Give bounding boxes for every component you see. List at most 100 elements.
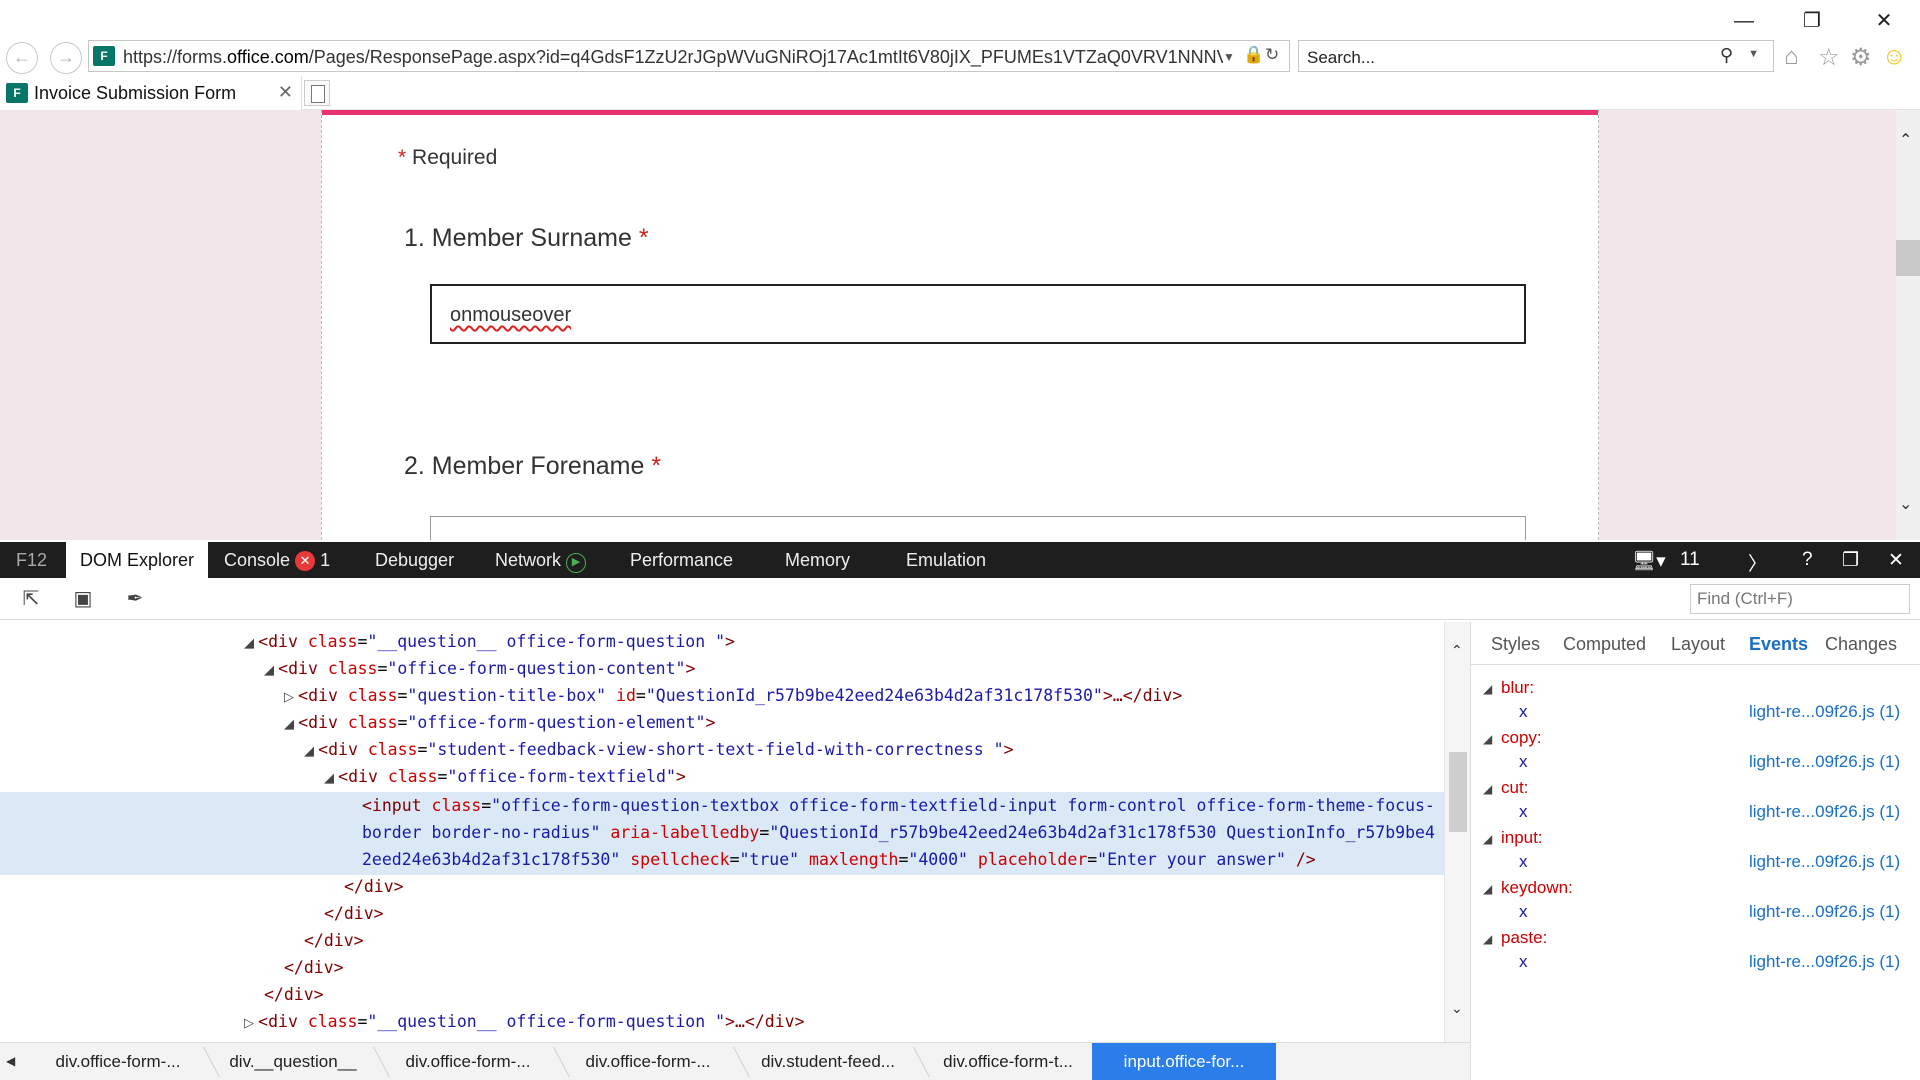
dom-node[interactable]: ▷ <div class="question-title-box" id="Qu… [284,682,1182,709]
page-scroll-thumb[interactable] [1896,240,1920,276]
home-icon[interactable]: ⌂ [1784,43,1799,71]
feedback-smiley-icon[interactable]: ☺ [1882,43,1907,71]
search-box[interactable]: Search... ⚲ ▼ [1298,40,1774,72]
event-handler[interactable]: x [1519,902,1528,922]
restore-button[interactable]: ❐ [1792,8,1832,34]
close-devtools-icon[interactable]: ✕ [1888,549,1904,572]
dom-node[interactable]: ▷ <div class="__question__ office-form-q… [244,1008,805,1035]
highlight-box-icon[interactable]: ▣ [70,586,96,612]
scroll-down-icon[interactable]: ⌄ [1899,494,1912,514]
lock-icon[interactable]: 🔒 [1243,45,1264,65]
form-card: * Required 1. Member Surname * onmouseov… [321,110,1599,540]
dom-breadcrumbs: ◀ div.office-form-... div.__question__ d… [0,1042,1470,1080]
dom-scroll-up-icon[interactable]: ⌃ [1451,642,1463,659]
settings-gear-icon[interactable]: ⚙ [1850,43,1872,72]
device-mode-icon[interactable]: 🖥▾ [1632,549,1666,573]
event-handler[interactable]: x [1519,852,1528,872]
tab-layout[interactable]: Layout [1671,634,1725,655]
tab-console[interactable]: Console ✕ 1 [224,550,330,571]
event-source-link[interactable]: light-re...09f26.js (1) [1749,752,1900,772]
console-toggle-icon[interactable]: 〉 [1748,549,1767,576]
expand-icon[interactable]: ◢ [1483,782,1492,796]
dom-scrollbar[interactable]: ⌃ ⌄ [1444,622,1470,1042]
event-handler[interactable]: x [1519,752,1528,772]
address-dropdown-icon[interactable]: ▼ [1223,50,1235,64]
tab-changes[interactable]: Changes [1825,634,1897,655]
dom-node[interactable]: ◢ <div class="student-feedback-view-shor… [304,736,1014,763]
expand-icon[interactable]: ◢ [1483,732,1492,746]
dom-scroll-thumb[interactable] [1449,752,1467,832]
breadcrumb-item[interactable]: div.office-form-... [30,1043,206,1080]
tab-dom-explorer[interactable]: DOM Explorer [66,542,209,578]
breadcrumb-left-arrow-icon[interactable]: ◀ [6,1054,15,1068]
refresh-icon[interactable]: ↻ [1265,45,1279,65]
document-mode-value[interactable]: 11 [1680,549,1700,571]
tab-debugger[interactable]: Debugger [375,550,454,571]
dom-close-tag[interactable]: </div> [344,873,404,900]
dom-node[interactable]: ◢ <div class="office-form-textfield"> [324,763,686,790]
required-note: * Required [398,146,497,170]
dom-close-tag[interactable]: </div> [304,927,364,954]
tab-events[interactable]: Events [1749,634,1808,655]
event-source-link[interactable]: light-re...09f26.js (1) [1749,952,1900,972]
find-input[interactable]: Find (Ctrl+F) [1690,584,1910,614]
search-input[interactable]: Search... [1307,48,1375,68]
question-1-title: 1. Member Surname * [404,224,649,252]
event-source-link[interactable]: light-re...09f26.js (1) [1749,902,1900,922]
tab-memory[interactable]: Memory [785,550,850,571]
forward-button[interactable]: → [50,42,82,74]
event-handler[interactable]: x [1519,802,1528,822]
minimize-button[interactable]: — [1724,8,1764,34]
expand-icon[interactable]: ◢ [1483,882,1492,896]
undock-icon[interactable]: ❐ [1842,549,1859,572]
help-icon[interactable]: ? [1802,549,1813,571]
close-window-button[interactable]: ✕ [1864,8,1904,34]
breadcrumb-item[interactable]: div.office-form-... [380,1043,556,1080]
tab-emulation[interactable]: Emulation [906,550,986,571]
tab-styles[interactable]: Styles [1491,634,1540,655]
breadcrumb-item-active[interactable]: input.office-for... [1092,1043,1276,1080]
dom-tree[interactable]: ◢ <div class="__question__ office-form-q… [0,622,1444,1042]
event-handler[interactable]: x [1519,702,1528,722]
address-bar[interactable]: F https://forms.office.com/Pages/Respons… [88,40,1290,72]
breadcrumb-item[interactable]: div.student-feed... [740,1043,916,1080]
selected-dom-node-cont[interactable]: border border-no-radius" aria-labelledby… [362,819,1435,846]
close-tab-icon[interactable]: ✕ [278,82,293,103]
url-text[interactable]: https://forms.office.com/Pages/ResponseP… [123,47,1223,68]
back-button[interactable]: ← [6,42,38,74]
expand-icon[interactable]: ◢ [1483,832,1492,846]
scroll-up-icon[interactable]: ⌃ [1899,130,1912,150]
dom-close-tag[interactable]: </div> [264,981,324,1008]
event-handler[interactable]: x [1519,952,1528,972]
favorites-star-icon[interactable]: ☆ [1818,43,1840,72]
expand-icon[interactable]: ◢ [1483,682,1492,696]
search-dropdown-icon[interactable]: ▼ [1748,48,1759,60]
dom-node[interactable]: ◢ <div class="office-form-question-conte… [264,655,695,682]
breadcrumb-item[interactable]: div.__question__ [210,1043,376,1080]
search-icon[interactable]: ⚲ [1720,45,1733,66]
tab-computed[interactable]: Computed [1563,634,1646,655]
selected-dom-node-cont[interactable]: 2eed24e63b4d2af31c178f530" spellcheck="t… [362,846,1316,873]
question-1-input[interactable]: onmouseover [430,284,1526,344]
new-tab-button[interactable] [304,80,330,106]
dom-close-tag[interactable]: </div> [324,900,384,927]
dom-node[interactable]: ◢ <div class="office-form-question-eleme… [284,709,715,736]
event-source-link[interactable]: light-re...09f26.js (1) [1749,802,1900,822]
event-source-link[interactable]: light-re...09f26.js (1) [1749,702,1900,722]
select-element-icon[interactable]: ⇱ [18,586,44,612]
page-scrollbar[interactable]: ⌃ ⌄ [1896,110,1920,540]
breadcrumb-item[interactable]: div.office-form-... [560,1043,736,1080]
tab-performance[interactable]: Performance [630,550,733,571]
color-picker-icon[interactable]: ✒ [122,586,148,612]
event-name: paste: [1501,928,1548,947]
event-source-link[interactable]: light-re...09f26.js (1) [1749,852,1900,872]
dom-close-tag[interactable]: </div> [284,954,344,981]
dom-node[interactable]: ◢ <div class="__question__ office-form-q… [244,628,735,655]
selected-dom-node[interactable]: <input class="office-form-question-textb… [362,792,1435,819]
expand-icon[interactable]: ◢ [1483,932,1492,946]
tab-network[interactable]: Network ▶ [495,550,587,573]
tab-invoice-submission-form[interactable]: F Invoice Submission Form ✕ [0,76,302,110]
dom-scroll-down-icon[interactable]: ⌄ [1451,1000,1463,1017]
question-2-input[interactable] [430,516,1526,540]
breadcrumb-item[interactable]: div.office-form-t... [920,1043,1096,1080]
